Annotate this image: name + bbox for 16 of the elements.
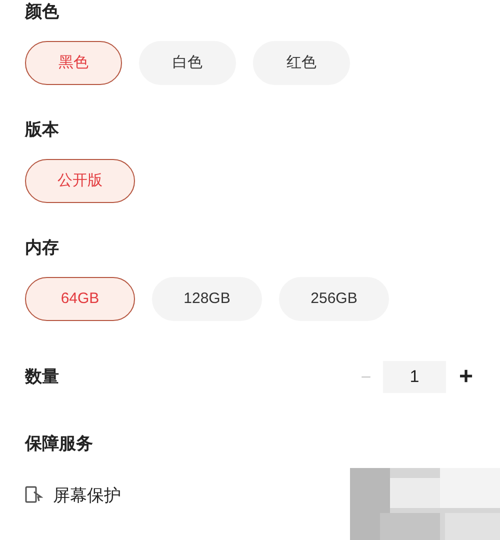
increment-button[interactable]: + [454,365,478,389]
quantity-field[interactable]: 1 [383,361,446,393]
service-label: 屏幕保护 [53,484,121,506]
option-chip[interactable]: 256GB [279,277,389,321]
section-title: 内存 [25,237,60,259]
option-chip[interactable]: 红色 [253,41,350,85]
option-chip[interactable]: 公开版 [25,159,135,203]
section-title: 颜色 [25,1,60,23]
section-title: 版本 [25,119,60,141]
option-chip[interactable]: 白色 [139,41,236,85]
option-chip[interactable]: 128GB [152,277,262,321]
option-chip[interactable]: 64GB [25,277,135,321]
quantity-label: 数量 [25,366,59,388]
phone-icon [25,486,43,504]
section-title: 保障服务 [25,433,94,455]
option-chip[interactable]: 黑色 [25,41,122,85]
